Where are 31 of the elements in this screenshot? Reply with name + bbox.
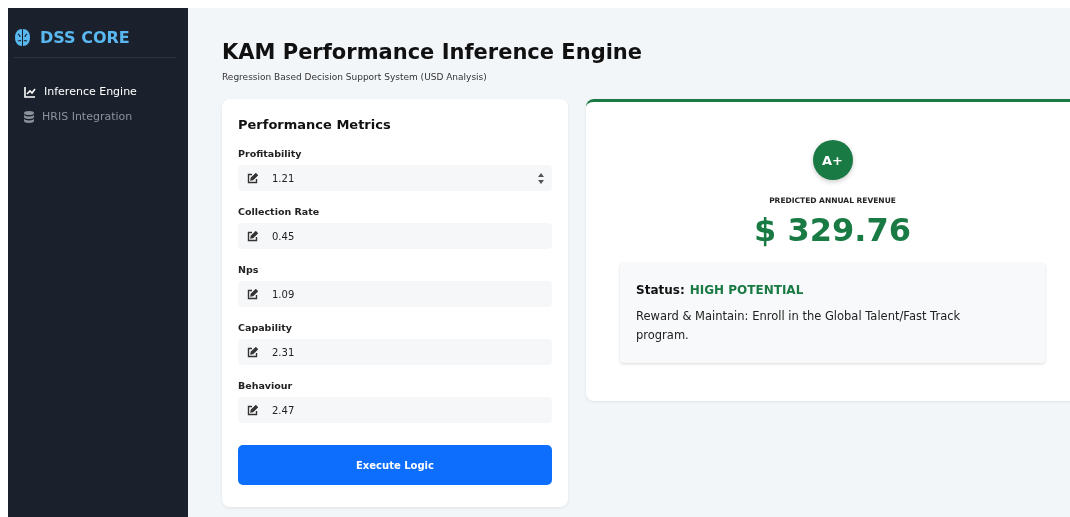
input-field[interactable]: 1.21 xyxy=(238,165,552,191)
edit-icon xyxy=(247,288,258,300)
input-field[interactable]: 0.45 xyxy=(238,223,552,249)
spinner-icon[interactable] xyxy=(538,172,544,184)
page-subtitle: Regression Based Decision Support System (USD Analysis) xyxy=(222,72,488,82)
edit-icon xyxy=(247,346,258,358)
database-icon xyxy=(24,110,34,123)
status-value: HIGH POTENTIAL xyxy=(689,283,804,297)
nav-item[interactable]: Inference Engine xyxy=(24,82,137,101)
grade-badge: A+ xyxy=(812,140,853,180)
field-label: Profitability xyxy=(238,148,302,159)
input-field[interactable]: 2.31 xyxy=(238,339,552,365)
page-title: KAM Performance Inference Engine xyxy=(222,40,644,64)
edit-icon xyxy=(247,172,258,184)
field-label: Capability xyxy=(238,322,292,333)
field-label: Nps xyxy=(238,264,259,275)
input-field[interactable]: 2.47 xyxy=(238,397,552,423)
field-label: Collection Rate xyxy=(238,206,320,217)
revenue-value: $ 329.76 xyxy=(754,211,911,249)
recommendation-text: Reward & Maintain: Enroll in the Global Talent/Fast Track program. xyxy=(636,308,962,344)
nav-item[interactable]: HRIS Integration xyxy=(24,107,133,126)
edit-icon xyxy=(247,230,258,242)
line-chart-icon xyxy=(24,85,36,98)
card-title: Performance Metrics xyxy=(238,117,392,132)
edit-icon xyxy=(247,404,258,416)
execute-button[interactable]: Execute Logic xyxy=(238,445,552,485)
status-label: Status: xyxy=(636,283,685,297)
brand-name: DSS CORE xyxy=(40,28,130,47)
input-field[interactable]: 1.09 xyxy=(238,281,552,307)
field-label: Behaviour xyxy=(238,380,293,391)
brain-icon xyxy=(14,28,31,47)
